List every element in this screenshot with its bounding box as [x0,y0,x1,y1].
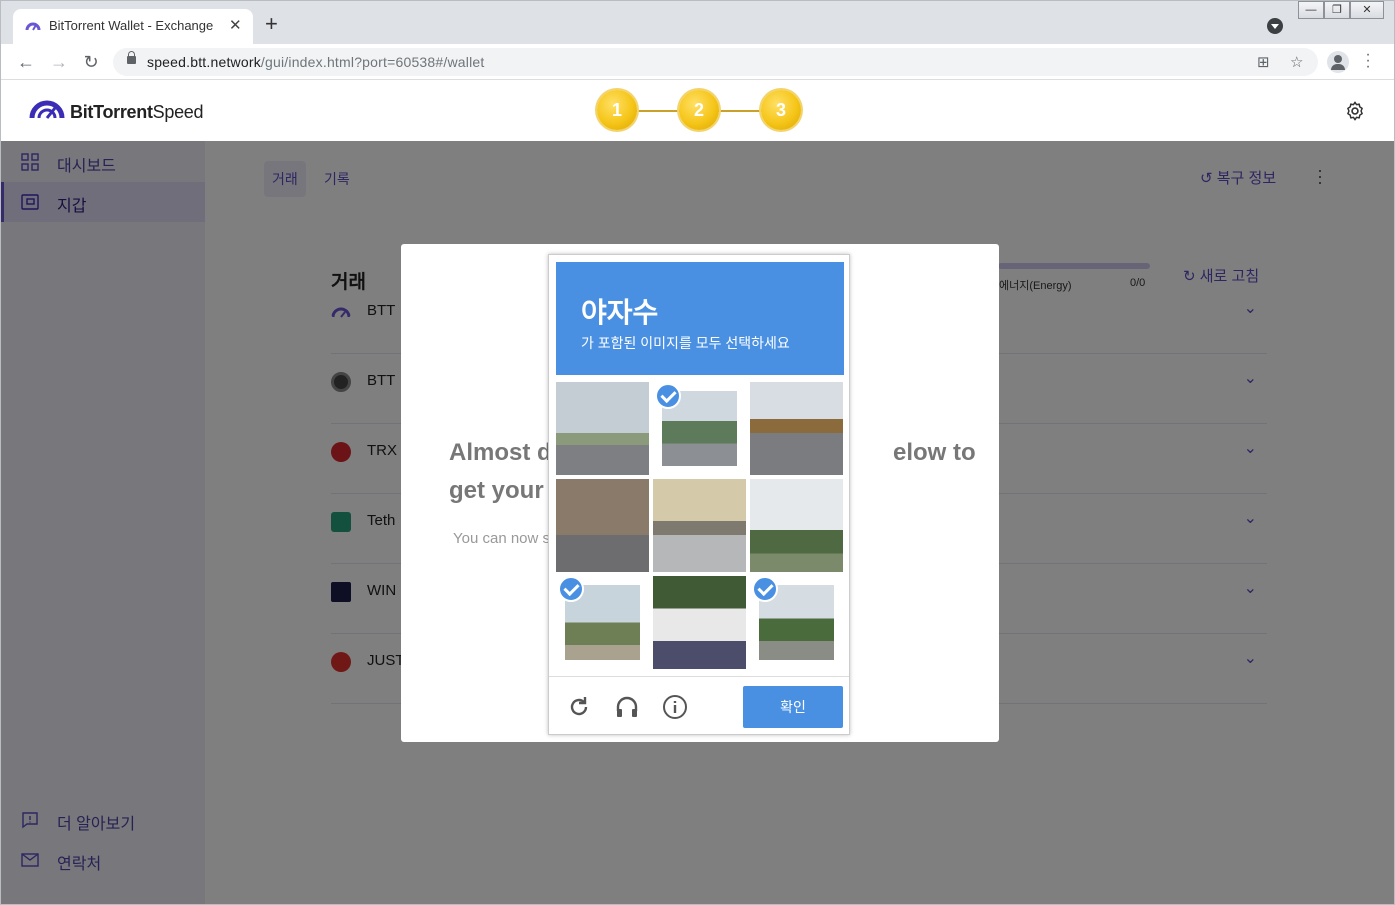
reload-icon[interactable]: ↻ [80,51,102,73]
step-2-badge: 2 [679,90,719,130]
verify-button[interactable]: 확인 [743,686,843,728]
captcha-tile[interactable] [653,576,746,669]
bittorrent-speed-logo-icon [29,100,65,119]
address-bar[interactable]: speed.btt.network/gui/index.html?port=60… [113,48,1318,76]
browser-menu-icon[interactable]: · · · [1363,47,1373,75]
browser-toolbar: ← → ↻ speed.btt.network/gui/index.html?p… [1,44,1394,80]
dialog-subtitle: You can now s [453,530,551,547]
captcha-tile-grid [556,382,844,670]
captcha-tile[interactable] [750,382,843,475]
progress-steps: 1 2 3 [597,90,801,132]
maximize-button[interactable]: ❐ [1324,1,1350,19]
url-text: speed.btt.network/gui/index.html?port=60… [147,54,485,70]
captcha-footer: 확인 [549,676,849,734]
tab-title: BitTorrent Wallet - Exchange [49,18,214,33]
close-window-button[interactable]: ✕ [1350,1,1384,19]
reload-challenge-icon[interactable] [566,694,592,720]
profile-avatar-icon[interactable] [1327,51,1349,73]
captcha-tile[interactable] [750,479,843,572]
step-1-badge: 1 [597,90,637,130]
recaptcha-challenge: 야자수 가 포함된 이미지를 모두 선택하세요 확인 [548,254,850,735]
captcha-tile[interactable] [556,382,649,475]
app-logo-text: BitTorrentSpeed [70,102,204,122]
selected-check-icon [558,576,584,602]
app-header: BitTorrentSpeed 1 2 3 [1,80,1394,141]
browser-tab[interactable]: BitTorrent Wallet - Exchange ✕ [13,9,253,44]
captcha-tile[interactable] [653,479,746,572]
bittorrent-favicon-icon [25,22,41,31]
translate-icon[interactable]: ⊞ [1257,53,1270,71]
tab-search-icon[interactable] [1267,18,1283,34]
new-tab-button[interactable]: + [265,13,278,35]
back-arrow-icon[interactable]: ← [15,51,37,73]
settings-gear-icon[interactable] [1344,100,1366,122]
captcha-instruction: 가 포함된 이미지를 모두 선택하세요 [581,335,790,351]
audio-challenge-headphones-icon[interactable] [614,694,640,720]
tab-strip: BitTorrent Wallet - Exchange ✕ + — ❐ ✕ [1,1,1394,44]
captcha-tile[interactable] [556,479,649,572]
bookmark-star-icon[interactable]: ☆ [1290,53,1303,71]
selected-check-icon [752,576,778,602]
step-3-badge: 3 [761,90,801,130]
forward-arrow-icon[interactable]: → [48,51,70,73]
minimize-button[interactable]: — [1298,1,1324,19]
selected-check-icon [655,383,681,409]
lock-icon [127,51,136,64]
tab-close-icon[interactable]: ✕ [229,16,242,34]
captcha-header: 야자수 가 포함된 이미지를 모두 선택하세요 [556,262,844,375]
captcha-keyword: 야자수 [581,297,659,328]
browser-window: BitTorrent Wallet - Exchange ✕ + — ❐ ✕ ←… [0,0,1395,905]
help-info-icon[interactable] [662,694,688,720]
